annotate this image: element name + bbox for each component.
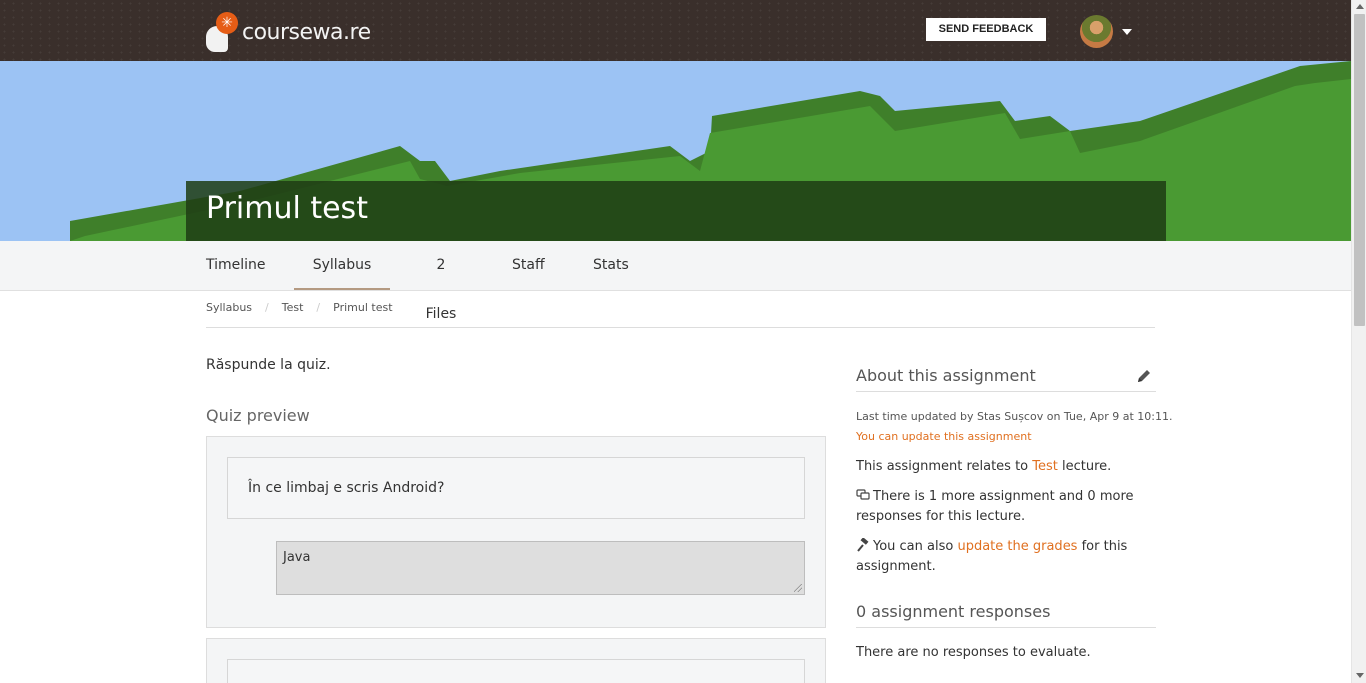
- course-title-box: Primul test: [186, 181, 1166, 241]
- more-assignments-text: There is 1 more assignment and 0 more re…: [856, 489, 1134, 524]
- relates-prefix: This assignment relates to: [856, 459, 1033, 474]
- page-title: Primul test: [206, 191, 368, 226]
- gavel-icon: [857, 538, 869, 552]
- breadcrumb-test[interactable]: Test: [282, 301, 304, 327]
- breadcrumb-current[interactable]: Primul test: [333, 301, 392, 327]
- update-assignment-link[interactable]: You can update this assignment: [856, 430, 1032, 443]
- top-navbar: ✳ coursewa.re SEND FEEDBACK: [0, 0, 1351, 61]
- grades-info: You can also update the grades for this …: [856, 537, 1156, 577]
- page-scrollbar[interactable]: [1351, 0, 1366, 683]
- tab-stats[interactable]: Stats: [593, 241, 629, 290]
- quiz-card: În ce limbaj e scris Android? Java: [206, 436, 826, 628]
- quiz-question: [227, 659, 805, 683]
- breadcrumb-separator: /: [265, 301, 269, 314]
- quiz-preview-heading: Quiz preview: [206, 406, 310, 425]
- send-feedback-button[interactable]: SEND FEEDBACK: [926, 18, 1046, 41]
- no-responses-text: There are no responses to evaluate.: [856, 645, 1091, 660]
- more-assignments-info: There is 1 more assignment and 0 more re…: [856, 487, 1156, 527]
- scroll-thumb[interactable]: [1354, 14, 1365, 326]
- comments-icon: [856, 489, 870, 500]
- responses-heading: 0 assignment responses: [856, 602, 1156, 628]
- quiz-card: [206, 638, 826, 683]
- tab-files[interactable]: 2 Files: [420, 241, 462, 322]
- resize-handle-icon[interactable]: [794, 584, 802, 592]
- assignment-description: Răspunde la quiz.: [206, 357, 331, 373]
- scroll-up-arrow-icon[interactable]: [1356, 4, 1364, 9]
- course-tabs: Timeline Syllabus 2 Files Staff Stats: [0, 241, 1351, 322]
- lecture-link[interactable]: Test: [1032, 459, 1058, 474]
- scroll-down-arrow-icon[interactable]: [1356, 673, 1364, 678]
- answer-textarea[interactable]: Java: [276, 541, 805, 595]
- pencil-icon[interactable]: [1136, 368, 1152, 384]
- breadcrumb-syllabus[interactable]: Syllabus: [206, 301, 252, 327]
- tab-staff[interactable]: Staff: [512, 241, 545, 290]
- lecture-relation: This assignment relates to Test lecture.: [856, 457, 1156, 477]
- grades-prefix: You can also: [873, 539, 958, 554]
- breadcrumb: Syllabus / Test / Primul test: [206, 301, 1155, 328]
- about-assignment-heading: About this assignment: [856, 366, 1156, 392]
- quiz-question: În ce limbaj e scris Android?: [227, 457, 805, 519]
- answer-text: Java: [283, 550, 311, 565]
- user-avatar[interactable]: [1080, 15, 1113, 48]
- tab-syllabus[interactable]: Syllabus: [294, 241, 390, 290]
- logo[interactable]: ✳ coursewa.re: [206, 12, 371, 52]
- chevron-down-icon[interactable]: [1122, 29, 1132, 35]
- last-updated-text: Last time updated by Stas Sușcov on Tue,…: [856, 410, 1173, 423]
- about-heading-text: About this assignment: [856, 366, 1036, 385]
- breadcrumb-separator: /: [316, 301, 321, 314]
- update-grades-link[interactable]: update the grades: [957, 539, 1077, 554]
- logo-text: coursewa.re: [242, 19, 371, 45]
- logo-icon: ✳: [206, 12, 238, 52]
- relates-suffix: lecture.: [1057, 459, 1112, 474]
- tab-timeline[interactable]: Timeline: [206, 241, 266, 290]
